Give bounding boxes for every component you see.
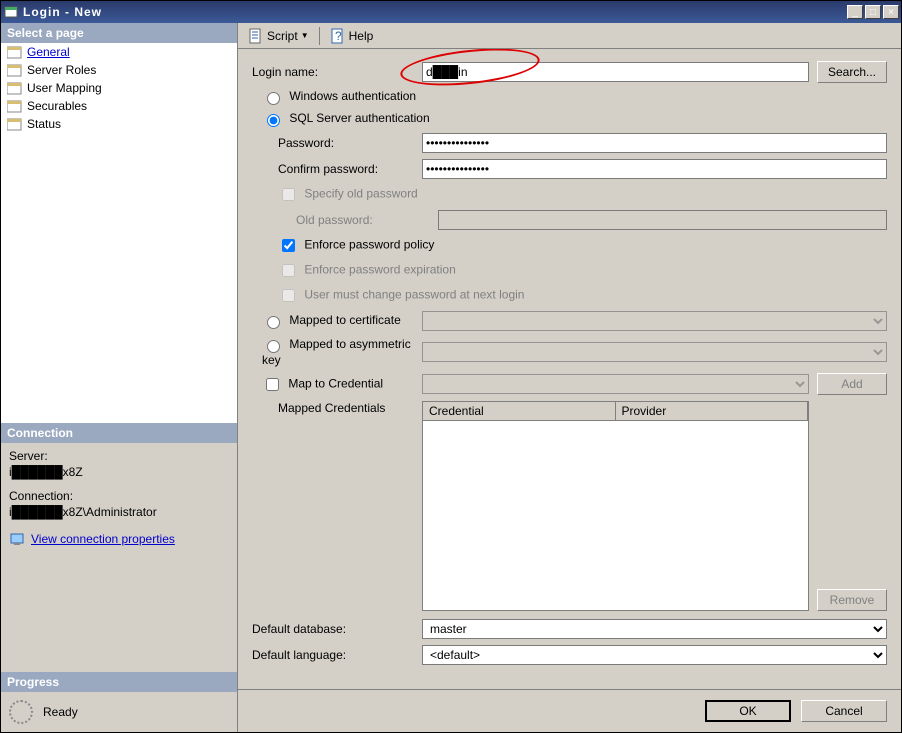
windows-auth-radio[interactable]: Windows authentication xyxy=(252,89,416,105)
help-icon: ? xyxy=(330,28,346,44)
right-pane: Script ▼ ? Help Login name: Search... Wi… xyxy=(238,23,901,732)
progress-status: Ready xyxy=(43,705,78,719)
default-lang-select[interactable]: <default> xyxy=(422,645,887,665)
connection-header: Connection xyxy=(1,423,237,443)
ok-button[interactable]: OK xyxy=(705,700,791,722)
search-button[interactable]: Search... xyxy=(817,61,887,83)
page-icon xyxy=(7,82,23,95)
old-password-input xyxy=(438,210,887,230)
mapped-cert-radio[interactable]: Mapped to certificate xyxy=(252,313,422,329)
login-name-label: Login name: xyxy=(252,65,422,79)
default-lang-label: Default language: xyxy=(252,648,422,662)
svg-text:?: ? xyxy=(335,29,342,43)
mapped-credentials-label: Mapped Credentials xyxy=(252,401,422,415)
password-input[interactable] xyxy=(422,133,887,153)
credentials-grid-header: Credential Provider xyxy=(422,401,809,421)
confirm-password-label: Confirm password: xyxy=(252,162,422,176)
page-icon xyxy=(7,118,23,131)
page-item-general[interactable]: General xyxy=(1,43,237,61)
page-item-securables[interactable]: Securables xyxy=(1,97,237,115)
connection-info: Server: i██████x8Z Connection: i██████x8… xyxy=(1,443,237,555)
mapped-asym-radio[interactable]: Mapped to asymmetric key xyxy=(252,337,422,367)
script-icon xyxy=(248,28,264,44)
page-item-status[interactable]: Status xyxy=(1,115,237,133)
old-password-label: Old password: xyxy=(252,213,438,227)
must-change-checkbox: User must change password at next login xyxy=(252,286,524,305)
page-icon xyxy=(7,100,23,113)
login-name-input[interactable] xyxy=(422,62,809,82)
minimize-button[interactable]: _ xyxy=(847,5,863,19)
view-connection-link[interactable]: View connection properties xyxy=(31,532,175,546)
script-button[interactable]: Script ▼ xyxy=(244,26,313,46)
remove-button: Remove xyxy=(817,589,887,611)
dialog-footer: OK Cancel xyxy=(238,689,901,732)
window: Login - New _ □ × Select a page General … xyxy=(0,0,902,733)
page-icon xyxy=(7,64,23,77)
default-db-label: Default database: xyxy=(252,622,422,636)
connection-label: Connection: xyxy=(9,489,229,503)
server-label: Server: xyxy=(9,449,229,463)
page-icon xyxy=(7,46,23,59)
toolbar: Script ▼ ? Help xyxy=(238,23,901,49)
sql-auth-radio[interactable]: SQL Server authentication xyxy=(252,111,430,127)
enforce-expiration-checkbox: Enforce password expiration xyxy=(252,261,456,280)
password-label: Password: xyxy=(252,136,422,150)
progress-row: Ready xyxy=(1,692,237,732)
credentials-grid xyxy=(422,421,809,611)
col-provider: Provider xyxy=(616,402,809,420)
cancel-button[interactable]: Cancel xyxy=(801,700,887,722)
help-button[interactable]: ? Help xyxy=(326,26,378,46)
progress-header: Progress xyxy=(1,672,237,692)
specify-old-checkbox: Specify old password xyxy=(252,185,418,204)
chevron-down-icon: ▼ xyxy=(301,31,309,40)
add-button: Add xyxy=(817,373,887,395)
credential-select xyxy=(422,374,809,394)
window-title: Login - New xyxy=(23,5,845,19)
app-icon xyxy=(3,4,19,20)
close-button[interactable]: × xyxy=(883,5,899,19)
page-item-user-mapping[interactable]: User Mapping xyxy=(1,79,237,97)
form-area: Login name: Search... Windows authentica… xyxy=(238,49,901,689)
enforce-policy-checkbox[interactable]: Enforce password policy xyxy=(252,236,434,255)
col-credential: Credential xyxy=(423,402,616,420)
asym-select xyxy=(422,342,887,362)
maximize-button[interactable]: □ xyxy=(865,5,881,19)
spinner-icon xyxy=(9,700,33,724)
page-list: General Server Roles User Mapping Secura… xyxy=(1,43,237,423)
connection-value: i██████x8Z\Administrator xyxy=(9,505,229,519)
confirm-password-input[interactable] xyxy=(422,159,887,179)
titlebar: Login - New _ □ × xyxy=(1,1,901,23)
left-pane: Select a page General Server Roles User … xyxy=(1,23,238,732)
connection-icon xyxy=(9,531,25,547)
page-selector-header: Select a page xyxy=(1,23,237,43)
map-credential-checkbox[interactable]: Map to Credential xyxy=(252,375,422,394)
cert-select xyxy=(422,311,887,331)
page-item-server-roles[interactable]: Server Roles xyxy=(1,61,237,79)
server-value: i██████x8Z xyxy=(9,465,229,479)
default-db-select[interactable]: master xyxy=(422,619,887,639)
